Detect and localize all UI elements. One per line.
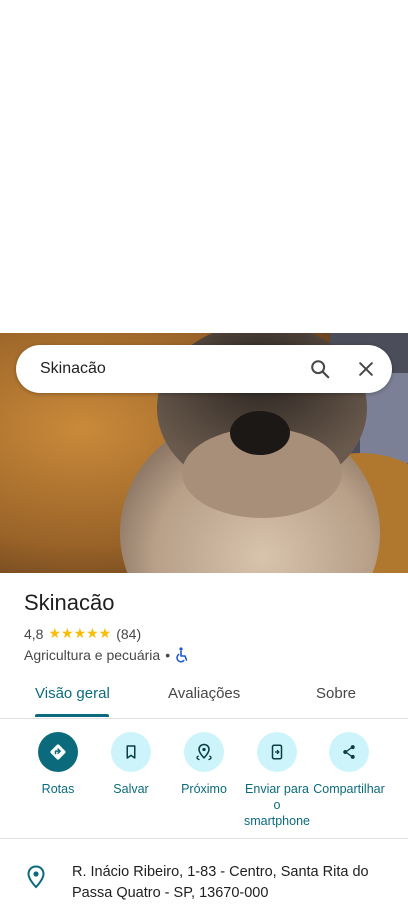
search-bar[interactable]: Skinacão bbox=[16, 345, 392, 393]
section-divider bbox=[0, 838, 408, 839]
active-tab-indicator bbox=[35, 714, 109, 717]
tab-overview[interactable]: Visão geral bbox=[35, 685, 110, 702]
search-button[interactable] bbox=[300, 349, 340, 389]
send-to-phone-icon bbox=[271, 744, 283, 760]
place-category: Agricultura e pecuária bbox=[24, 647, 161, 663]
location-pin-icon bbox=[27, 865, 45, 889]
share-circle[interactable] bbox=[329, 732, 369, 772]
separator-dot: • bbox=[165, 647, 171, 663]
share-icon bbox=[343, 745, 355, 759]
search-icon bbox=[311, 360, 330, 379]
rating-value: 4,8 bbox=[24, 625, 44, 642]
review-count[interactable]: (84) bbox=[116, 626, 141, 642]
nearby-circle[interactable] bbox=[184, 732, 224, 772]
send-to-phone-circle[interactable] bbox=[257, 732, 297, 772]
nearby-icon bbox=[196, 743, 212, 761]
send-to-phone-button[interactable]: Enviar para o smartphone bbox=[237, 732, 317, 829]
place-address[interactable]: R. Inácio Ribeiro, 1-83 - Centro, Santa … bbox=[72, 862, 392, 904]
save-label: Salvar bbox=[113, 782, 149, 796]
directions-icon bbox=[50, 744, 66, 760]
nearby-label: Próximo bbox=[181, 782, 227, 796]
directions-label: Rotas bbox=[41, 782, 75, 796]
rating-stars: ★★★★★ bbox=[48, 625, 112, 641]
close-button[interactable] bbox=[346, 349, 386, 389]
close-icon bbox=[359, 362, 373, 376]
bookmark-icon bbox=[126, 745, 136, 759]
rating-row[interactable]: 4,8 ★★★★★ (84) bbox=[24, 625, 141, 642]
tab-reviews[interactable]: Avaliações bbox=[168, 685, 240, 702]
send-to-phone-label: Enviar para o smartphone bbox=[243, 782, 310, 828]
tab-bar: Visão geral Avaliações Sobre bbox=[0, 672, 408, 719]
map-blank-area bbox=[0, 0, 408, 333]
directions-button[interactable]: Rotas bbox=[18, 732, 98, 797]
place-title: Skinacão bbox=[24, 590, 115, 615]
save-circle[interactable] bbox=[111, 732, 151, 772]
wheelchair-accessible-icon bbox=[176, 647, 188, 663]
tab-about[interactable]: Sobre bbox=[316, 685, 356, 702]
category-row: Agricultura e pecuária • bbox=[24, 647, 189, 663]
directions-circle[interactable] bbox=[38, 732, 78, 772]
save-button[interactable]: Salvar bbox=[91, 732, 171, 797]
nearby-button[interactable]: Próximo bbox=[164, 732, 244, 797]
share-label: Compartilhar bbox=[313, 782, 385, 796]
search-input[interactable]: Skinacão bbox=[16, 360, 300, 378]
share-button[interactable]: Compartilhar bbox=[309, 732, 389, 797]
